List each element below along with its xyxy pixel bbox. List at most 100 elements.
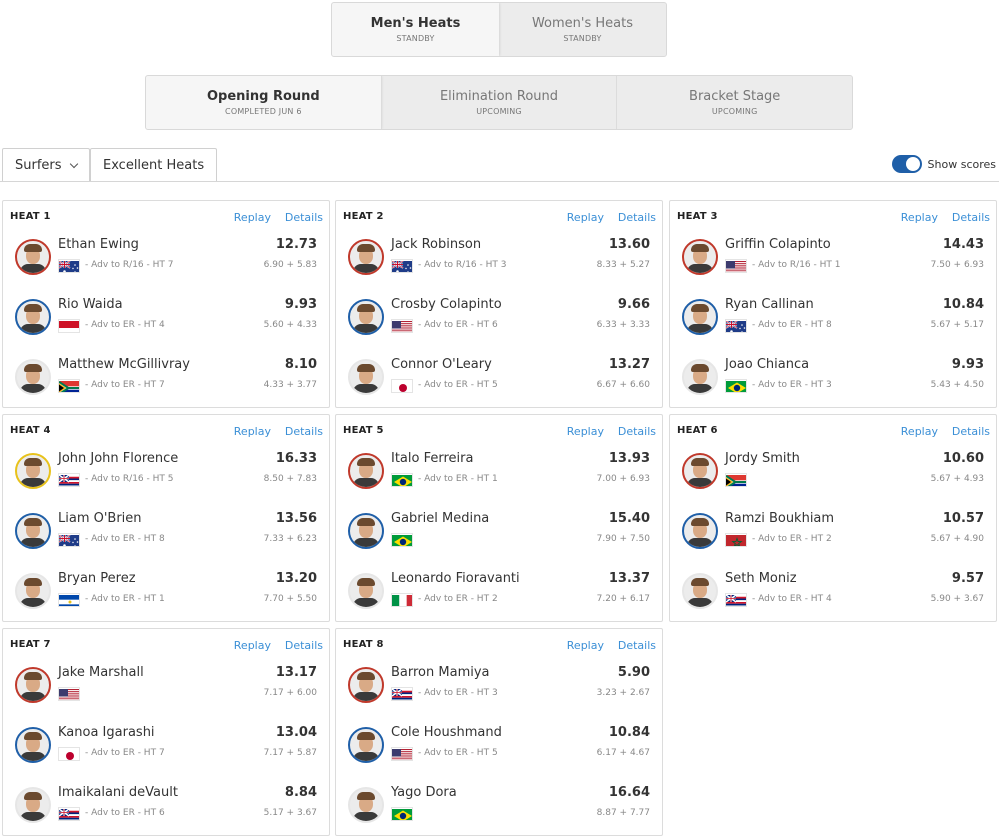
surfer-row[interactable]: Kanoa Igarashi 13.04 - Adv to ER - HT 7 7.1… xyxy=(3,725,329,781)
surfer-row[interactable]: Ryan Callinan 10.84 - Adv to ER - HT 8 5.67… xyxy=(670,297,996,353)
surfers-filter-dropdown[interactable]: Surfers xyxy=(2,148,90,182)
surfer-row[interactable]: Rio Waida 9.93 - Adv to ER - HT 4 5.60 + 4.… xyxy=(3,297,329,353)
avatar-hair xyxy=(24,732,42,740)
avatar-body xyxy=(353,324,379,333)
surfer-row[interactable]: Joao Chianca 9.93 - Adv to ER - HT 3 5.43 +… xyxy=(670,357,996,413)
surfer-row[interactable]: Liam O'Brien 13.56 - Adv to ER - HT 8 7.33 … xyxy=(3,511,329,567)
surfer-row[interactable]: Connor O'Leary 13.27 - Adv to ER - HT 5 6.6… xyxy=(336,357,662,413)
avatar-hair xyxy=(24,578,42,586)
tab-mens-heats[interactable]: Men's Heats STANDBY xyxy=(332,3,499,56)
surfer-row[interactable]: Cole Houshmand 10.84 - Adv to ER - HT 5 6.1… xyxy=(336,725,662,781)
surfer-row[interactable]: Jake Marshall 13.17 7.17 + 6.00 xyxy=(3,665,329,721)
surfer-row[interactable]: Griffin Colapinto 14.43 - Adv to R/16 - HT… xyxy=(670,237,996,293)
surfer-row[interactable]: John John Florence 16.33 - Adv to R/16 - H… xyxy=(3,451,329,507)
details-link[interactable]: Details xyxy=(952,211,990,224)
surfer-score: 9.57 xyxy=(951,571,984,586)
show-scores-toggle[interactable] xyxy=(891,155,922,173)
replay-link[interactable]: Replay xyxy=(234,211,271,224)
avatar-hair xyxy=(24,364,42,372)
surfer-score: 13.27 xyxy=(608,357,650,372)
details-link[interactable]: Details xyxy=(285,425,323,438)
tab-womens-heats[interactable]: Women's Heats STANDBY xyxy=(499,3,666,56)
avatar-body xyxy=(20,324,46,333)
surfer-row[interactable]: Gabriel Medina 15.40 7.90 + 7.50 xyxy=(336,511,662,567)
tab-opening-round[interactable]: Opening Round COMPLETED JUN 6 xyxy=(146,76,381,129)
surfer-avatar xyxy=(15,239,51,275)
surfer-row[interactable]: Italo Ferreira 13.93 - Adv to ER - HT 1 7.0… xyxy=(336,451,662,507)
surfer-row[interactable]: Ethan Ewing 12.73 - Adv to R/16 - HT 7 6.90… xyxy=(3,237,329,293)
replay-link[interactable]: Replay xyxy=(234,639,271,652)
details-link[interactable]: Details xyxy=(618,639,656,652)
tab-bracket-stage[interactable]: Bracket Stage UPCOMING xyxy=(616,76,852,129)
surfer-name: Kanoa Igarashi xyxy=(58,725,155,740)
tab-elimination-round[interactable]: Elimination Round UPCOMING xyxy=(380,76,617,129)
surfer-avatar xyxy=(348,453,384,489)
surfer-avatar xyxy=(682,359,718,395)
details-link[interactable]: Details xyxy=(952,425,990,438)
haw-flag-icon xyxy=(58,473,80,487)
surfer-row[interactable]: Matthew McGillivray 8.10 - Adv to ER - HT … xyxy=(3,357,329,413)
surfer-name: Leonardo Fioravanti xyxy=(391,571,520,586)
surfer-score: 13.04 xyxy=(275,725,317,740)
surfer-score: 9.66 xyxy=(617,297,650,312)
avatar-hair xyxy=(24,458,42,466)
avatar-hair xyxy=(24,792,42,800)
details-link[interactable]: Details xyxy=(618,211,656,224)
surfer-row[interactable]: Barron Mamiya 5.90 - Adv to ER - HT 3 3.23 … xyxy=(336,665,662,721)
rsa-flag-icon xyxy=(58,379,80,393)
surfer-name: Imaikalani deVault xyxy=(58,785,178,800)
surfer-row[interactable]: Crosby Colapinto 9.66 - Adv to ER - HT 6 6.… xyxy=(336,297,662,353)
filter-divider xyxy=(0,181,999,182)
avatar-hair xyxy=(24,672,42,680)
details-link[interactable]: Details xyxy=(285,639,323,652)
surfer-row[interactable]: Yago Dora 16.64 8.87 + 7.77 xyxy=(336,785,662,837)
surfer-row[interactable]: Ramzi Boukhiam 10.57 - Adv to ER - HT 2 5.6… xyxy=(670,511,996,567)
advancement-text: - Adv to ER - HT 4 xyxy=(752,594,832,604)
excellent-heats-label: Excellent Heats xyxy=(103,158,205,173)
heat-card: HEAT 3 Replay Details Griffin Colapinto 14.4… xyxy=(669,200,997,408)
avatar-hair xyxy=(691,578,709,586)
surfer-row[interactable]: Imaikalani deVault 8.84 - Adv to ER - HT 6… xyxy=(3,785,329,837)
surfer-row[interactable]: Bryan Perez 13.20 - Adv to ER - HT 1 7.70 +… xyxy=(3,571,329,627)
advancement-text: - Adv to ER - HT 7 xyxy=(85,748,165,758)
surfer-name: Griffin Colapinto xyxy=(725,237,831,252)
replay-link[interactable]: Replay xyxy=(567,425,604,438)
surfer-row[interactable]: Jack Robinson 13.60 - Adv to R/16 - HT 3 8.… xyxy=(336,237,662,293)
surfer-score: 16.64 xyxy=(608,785,650,800)
surfer-score: 12.73 xyxy=(275,237,317,252)
avatar-body xyxy=(353,478,379,487)
advancement-text: - Adv to ER - HT 1 xyxy=(85,594,165,604)
avatar-hair xyxy=(357,672,375,680)
replay-link[interactable]: Replay xyxy=(567,211,604,224)
surfer-row[interactable]: Jordy Smith 10.60 5.67 + 4.93 xyxy=(670,451,996,507)
surfer-name: Liam O'Brien xyxy=(58,511,142,526)
heat-card: HEAT 5 Replay Details Italo Ferreira 13.93 - … xyxy=(335,414,663,622)
surfer-avatar xyxy=(348,239,384,275)
wave-scores: 5.67 + 5.17 xyxy=(930,320,984,330)
surfer-avatar xyxy=(15,573,51,609)
surfer-row[interactable]: Seth Moniz 9.57 - Adv to ER - HT 4 5.90 + 3… xyxy=(670,571,996,627)
details-link[interactable]: Details xyxy=(285,211,323,224)
details-link[interactable]: Details xyxy=(618,425,656,438)
replay-link[interactable]: Replay xyxy=(234,425,271,438)
excellent-heats-button[interactable]: Excellent Heats xyxy=(90,148,218,182)
surfer-score: 13.93 xyxy=(608,451,650,466)
wave-scores: 5.67 + 4.93 xyxy=(930,474,984,484)
surfer-score: 10.84 xyxy=(942,297,984,312)
mar-flag-icon xyxy=(725,533,747,547)
wave-scores: 7.70 + 5.50 xyxy=(263,594,317,604)
surfer-score: 8.84 xyxy=(284,785,317,800)
tab-label: Men's Heats xyxy=(370,16,461,31)
surfer-row[interactable]: Leonardo Fioravanti 13.37 - Adv to ER - HT… xyxy=(336,571,662,627)
surfer-avatar xyxy=(682,453,718,489)
replay-link[interactable]: Replay xyxy=(901,425,938,438)
heat-title: HEAT 4 xyxy=(10,425,51,436)
replay-link[interactable]: Replay xyxy=(567,639,604,652)
wave-scores: 5.67 + 4.90 xyxy=(930,534,984,544)
avatar-body xyxy=(353,384,379,393)
bra-flag-icon xyxy=(391,807,413,821)
avatar-hair xyxy=(691,304,709,312)
heat-title: HEAT 6 xyxy=(677,425,718,436)
replay-link[interactable]: Replay xyxy=(901,211,938,224)
surfer-score: 10.84 xyxy=(608,725,650,740)
